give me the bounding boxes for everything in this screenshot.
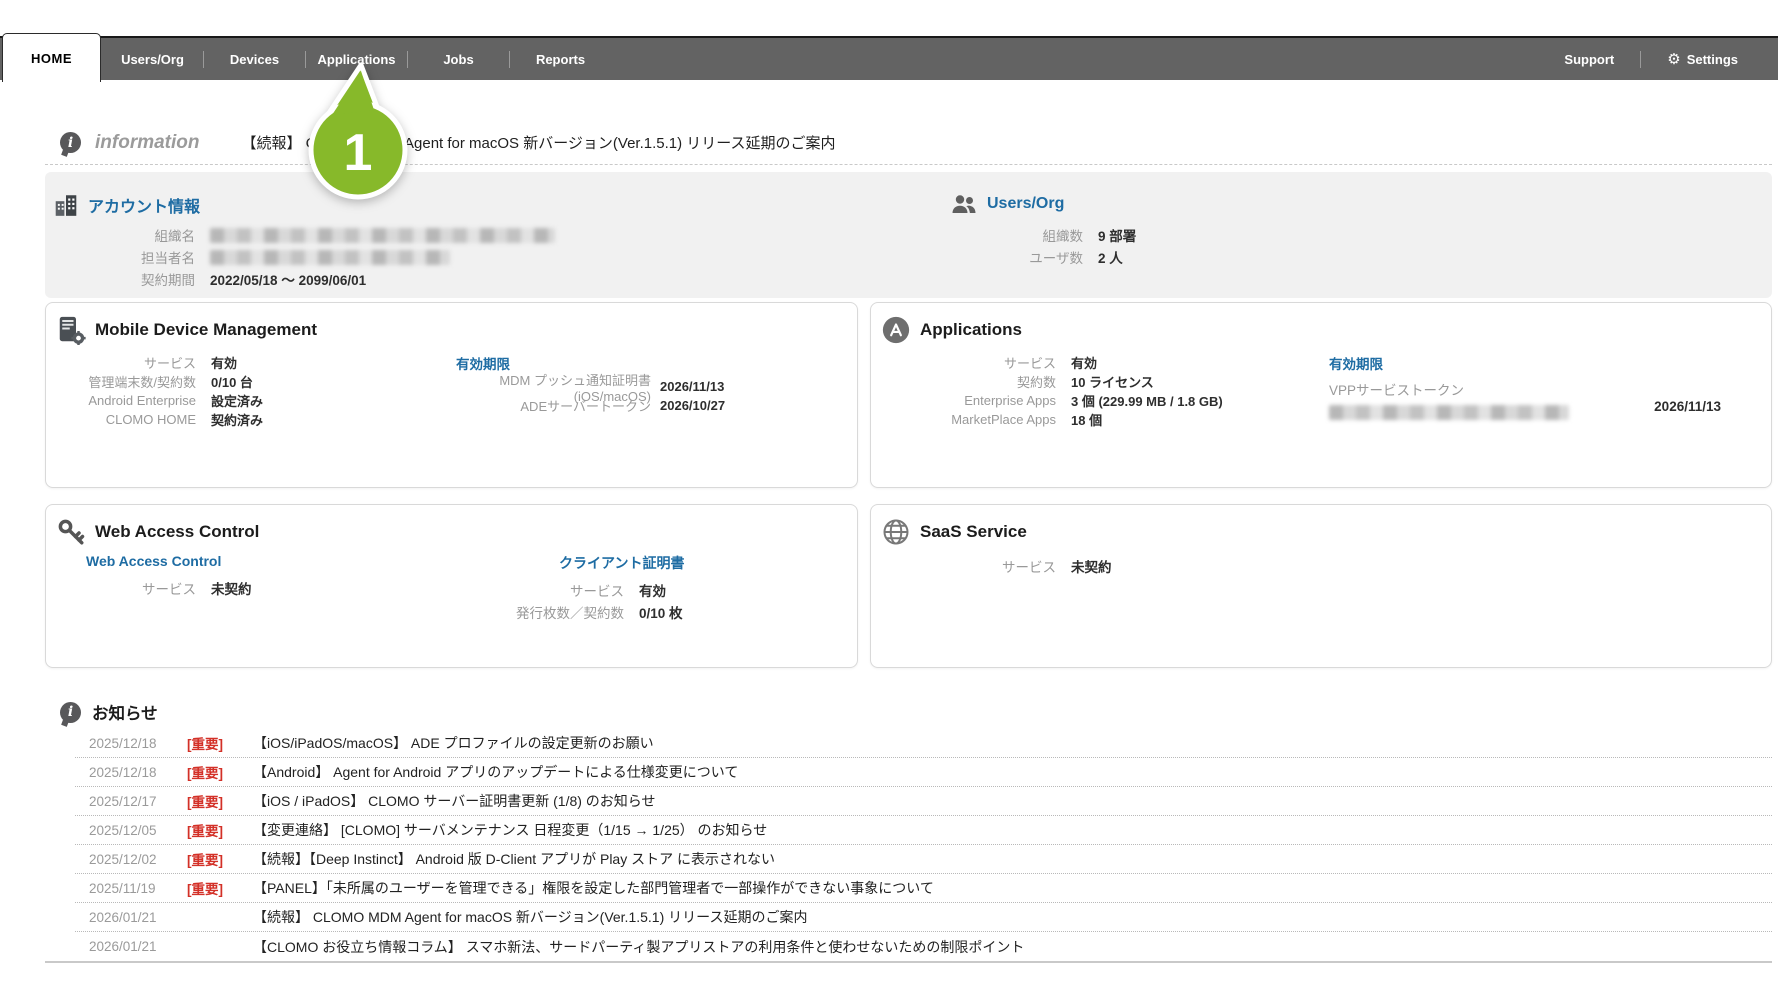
notice-row[interactable]: 2026/01/21 【続報】 CLOMO MDM Agent for macO… — [75, 903, 1772, 932]
cert-row-service: サービス 有効 — [456, 579, 856, 601]
notice-row[interactable]: 2025/12/17 [重要] 【iOS / iPadOS】 CLOMO サーバ… — [75, 787, 1772, 816]
info-icon: i — [60, 132, 81, 153]
notices-header: i お知らせ — [60, 700, 158, 724]
nav-tab-home-label: HOME — [31, 51, 72, 66]
gear-icon: ⚙ — [1667, 50, 1680, 68]
web-access-left-rows: サービス 未契約 — [86, 577, 252, 599]
web-access-control-card: Web Access Control Web Access Control サー… — [45, 504, 858, 668]
nav-right-group: Support ⚙ Settings — [1538, 38, 1764, 80]
account-row-contract-period: 契約期間 2022/05/18 ～ 2099/06/01 — [45, 268, 555, 290]
important-badge: [重要] — [187, 791, 243, 811]
important-badge: [重要] — [187, 733, 243, 753]
nav-support-link[interactable]: Support — [1538, 38, 1640, 80]
redacted-contact-name — [210, 250, 450, 265]
mdm-expiry-ade-token: ADEサーバートークン 2026/10/27 — [456, 396, 725, 415]
nav-tab-users-org[interactable]: Users/Org — [102, 38, 203, 80]
app-store-icon — [881, 315, 911, 345]
applications-title: Applications — [920, 320, 1022, 340]
saas-rows: サービス 未契約 — [871, 555, 1112, 577]
vpp-token-label: VPPサービストークン — [1329, 379, 1569, 399]
notices-info-icon: i — [60, 702, 81, 723]
notice-row[interactable]: 2025/12/18 [重要] 【Android】 Agent for Andr… — [75, 758, 1772, 787]
applications-card: Applications サービス 有効 契約数 10 ライセンス Enterp… — [870, 302, 1772, 488]
nav-settings-link[interactable]: ⚙ Settings — [1641, 38, 1764, 80]
account-row-org-name: 組織名 — [45, 224, 555, 246]
important-badge: [重要] — [187, 762, 243, 782]
mdm-row-devices: 管理端末数/契約数 0/10 台 — [46, 372, 263, 391]
saas-service-card: SaaS Service サービス 未契約 — [870, 504, 1772, 668]
web-access-left-block: Web Access Control サービス 未契約 — [86, 553, 252, 599]
notices-list: 2025/12/18 [重要] 【iOS/iPadOS/macOS】 ADE プ… — [75, 729, 1772, 961]
marker-number: 1 — [344, 124, 373, 182]
applications-header: Applications — [881, 315, 1022, 345]
users-icon — [950, 192, 978, 216]
users-org-row-users: ユーザ数 2 人 — [915, 246, 1136, 268]
information-label: information — [95, 132, 200, 154]
mdm-header: Mobile Device Management — [56, 315, 317, 345]
users-org-row-orgs: 組織数 9 部署 — [915, 224, 1136, 246]
mdm-row-clomo-home: CLOMO HOME 契約済み — [46, 410, 263, 429]
redacted-vpp-token — [1329, 405, 1569, 420]
wac-row-service: サービス 未契約 — [86, 577, 252, 599]
notice-row[interactable]: 2025/12/05 [重要] 【変更連絡】 [CLOMO] サーバメンテナンス… — [75, 816, 1772, 845]
buildings-icon — [53, 192, 79, 218]
cert-row-issued-count: 発行枚数／契約数 0/10 枚 — [456, 601, 856, 623]
saas-header: SaaS Service — [881, 517, 1027, 547]
notice-row[interactable]: 2026/01/21 【CLOMO お役立ち情報コラム】 スマホ新法、サードパー… — [75, 932, 1772, 961]
clomo-panel-home: HOME Users/Org Devices Applications Jobs… — [0, 0, 1778, 1000]
web-access-control-link[interactable]: Web Access Control — [86, 553, 221, 569]
apps-row-licenses: 契約数 10 ライセンス — [871, 372, 1223, 391]
apps-row-marketplace-apps: MarketPlace Apps 18 個 — [871, 410, 1223, 429]
client-certificate-rows: サービス 有効 発行枚数／契約数 0/10 枚 — [456, 579, 856, 623]
account-rows: 組織名 担当者名 契約期間 2022/05/18 ～ 2099/06/01 — [45, 224, 555, 290]
notice-row[interactable]: 2025/12/18 [重要] 【iOS/iPadOS/macOS】 ADE プ… — [75, 729, 1772, 758]
important-badge: [重要] — [187, 849, 243, 869]
nav-tab-home[interactable]: HOME — [2, 33, 101, 82]
applications-rows: サービス 有効 契約数 10 ライセンス Enterprise Apps 3 個… — [871, 353, 1223, 429]
key-icon — [56, 517, 86, 547]
applications-expiry-link[interactable]: 有効期限 — [1329, 353, 1569, 372]
account-section-header: アカウント情報 — [53, 192, 200, 218]
applications-expiry-block: 有効期限 VPPサービストークン — [1329, 353, 1569, 420]
saas-row-service: サービス 未契約 — [871, 555, 1112, 577]
globe-icon — [881, 517, 911, 547]
notices-bottom-divider — [45, 961, 1772, 963]
web-access-header: Web Access Control — [56, 517, 259, 547]
saas-title: SaaS Service — [920, 522, 1027, 542]
mdm-row-android-enterprise: Android Enterprise 設定済み — [46, 391, 263, 410]
account-title: アカウント情報 — [88, 193, 200, 217]
notice-row[interactable]: 2025/12/02 [重要] 【続報】【Deep Instinct】 Andr… — [75, 845, 1772, 874]
redacted-org-name — [210, 228, 555, 243]
important-badge: [重要] — [187, 820, 243, 840]
top-navigation: HOME Users/Org Devices Applications Jobs… — [0, 36, 1778, 80]
mdm-row-service: サービス 有効 — [46, 353, 263, 372]
mdm-title: Mobile Device Management — [95, 320, 317, 340]
vpp-token-expiry-date: 2026/11/13 — [1654, 399, 1721, 414]
mdm-expiry-rows: MDM プッシュ通知証明書 (iOS/macOS) 2026/11/13 ADE… — [456, 377, 725, 415]
users-org-section: Users/Org 組織数 9 部署 ユーザ数 2 人 — [915, 172, 1415, 298]
notices-title: お知らせ — [92, 700, 158, 724]
nav-tab-reports[interactable]: Reports — [510, 38, 611, 80]
notice-row[interactable]: 2025/11/19 [重要] 【PANEL】「未所属のユーザーを管理できる」権… — [75, 874, 1772, 903]
account-row-contact-name: 担当者名 — [45, 246, 555, 268]
mdm-rows: サービス 有効 管理端末数/契約数 0/10 台 Android Enterpr… — [46, 353, 263, 429]
apps-row-service: サービス 有効 — [871, 353, 1223, 372]
users-org-title: Users/Org — [987, 195, 1064, 213]
mdm-expiry-block: 有効期限 MDM プッシュ通知証明書 (iOS/macOS) 2026/11/1… — [456, 353, 725, 415]
users-org-header: Users/Org — [950, 192, 1064, 216]
apps-row-enterprise-apps: Enterprise Apps 3 個 (229.99 MB / 1.8 GB) — [871, 391, 1223, 410]
annotation-marker-1: 1 — [270, 60, 450, 210]
client-certificate-link[interactable]: クライアント証明書 — [559, 555, 684, 571]
web-access-title: Web Access Control — [95, 522, 259, 542]
mdm-expiry-push-cert: MDM プッシュ通知証明書 (iOS/macOS) 2026/11/13 — [456, 377, 725, 396]
users-org-rows: 組織数 9 部署 ユーザ数 2 人 — [915, 224, 1136, 268]
mdm-device-icon — [56, 315, 86, 345]
important-badge: [重要] — [187, 878, 243, 898]
client-certificate-block: クライアント証明書 サービス 有効 発行枚数／契約数 0/10 枚 — [456, 553, 856, 623]
mdm-card: Mobile Device Management サービス 有効 管理端末数/契… — [45, 302, 858, 488]
